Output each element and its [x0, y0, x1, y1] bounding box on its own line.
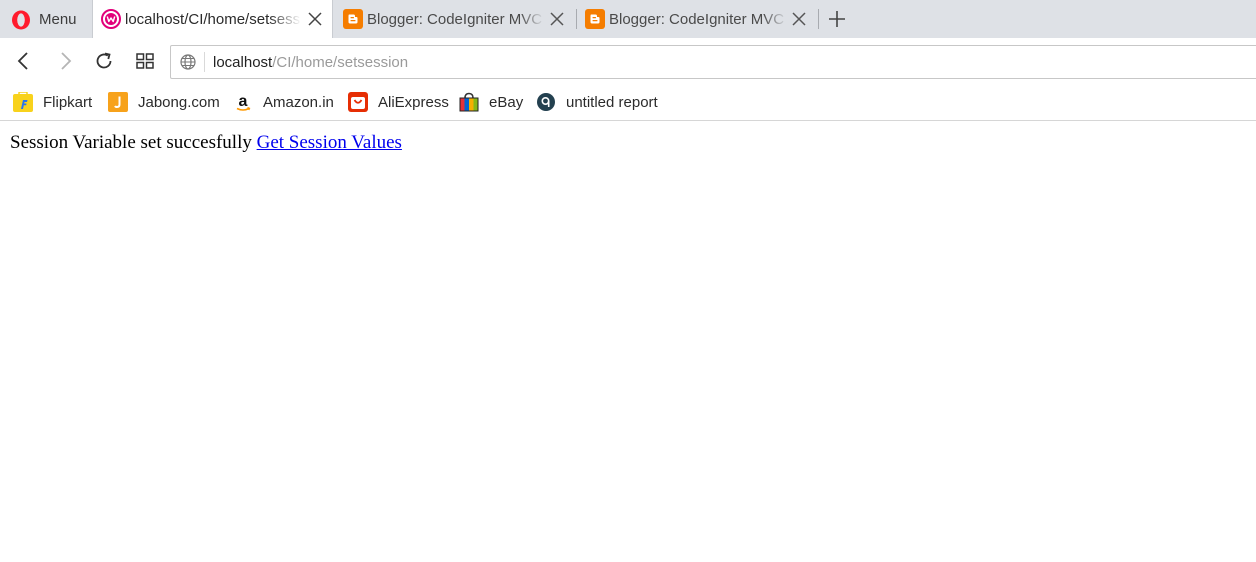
blogger-icon — [585, 9, 605, 29]
page-content: Session Variable set succesfully Get Ses… — [0, 121, 1256, 562]
flipkart-icon — [13, 92, 33, 112]
bookmark-label: Jabong.com — [138, 93, 220, 111]
reload-icon[interactable] — [94, 51, 114, 71]
jabong-icon — [108, 92, 128, 112]
bookmark-label: Flipkart — [43, 93, 93, 111]
tab-title: Blogger: CodeIgniter MVC — [367, 11, 543, 28]
bookmarks-bar: Flipkart Jabong.com a Amazon.in AliExpre… — [0, 84, 1256, 121]
address-bar[interactable]: localhost/CI/home/setsession — [170, 45, 1256, 79]
svg-text:a: a — [239, 93, 248, 110]
tab-setsession[interactable]: localhost/CI/home/setsession — [92, 0, 333, 38]
bookmark-label: Amazon.in — [263, 93, 334, 111]
bookmark-jabong[interactable]: Jabong.com — [108, 91, 220, 113]
tab-separator — [818, 9, 819, 29]
bookmark-label: eBay — [489, 93, 524, 111]
back-arrow-icon[interactable] — [14, 51, 34, 71]
tab-title: Blogger: CodeIgniter MVC — [609, 11, 785, 28]
close-tab-icon[interactable] — [791, 11, 807, 27]
globe-icon — [180, 54, 196, 70]
amazon-icon: a — [236, 93, 251, 111]
forward-arrow-icon[interactable] — [55, 51, 75, 71]
url-host: localhost — [213, 54, 273, 71]
tab-blogger-2[interactable]: Blogger: CodeIgniter MVC — [577, 0, 819, 38]
bookmark-label: untitled report — [566, 93, 658, 111]
bookmark-aliexpress[interactable]: AliExpress — [348, 91, 449, 113]
get-session-values-link[interactable]: Get Session Values — [257, 132, 402, 153]
session-status-text: Session Variable set succesfully — [10, 132, 252, 153]
opera-logo-icon — [12, 10, 30, 30]
close-tab-icon[interactable] — [307, 11, 323, 27]
session-message-line: Session Variable set succesfully Get Ses… — [10, 132, 402, 154]
aliexpress-icon — [348, 92, 368, 112]
tab-grid-icon[interactable] — [135, 51, 155, 71]
url-text[interactable]: localhost/CI/home/setsession — [213, 54, 408, 71]
wampserver-icon — [101, 9, 121, 29]
bookmark-label: AliExpress — [378, 93, 449, 111]
tab-blogger-1[interactable]: Blogger: CodeIgniter MVC — [334, 0, 576, 38]
url-path: /CI/home/setsession — [272, 54, 409, 71]
opera-menu-button[interactable]: Menu — [0, 0, 90, 38]
bookmark-amazon[interactable]: a Amazon.in — [233, 91, 334, 113]
ebay-icon — [459, 92, 479, 112]
close-tab-icon[interactable] — [549, 11, 565, 27]
bookmark-flipkart[interactable]: Flipkart — [13, 91, 92, 113]
navigation-toolbar: localhost/CI/home/setsession — [0, 38, 1256, 84]
tab-strip: Menu localhost/CI/home/setsession Blogge… — [0, 0, 1256, 38]
bookmark-ebay[interactable]: eBay — [459, 91, 523, 113]
report-icon — [537, 93, 555, 111]
new-tab-plus-icon[interactable] — [828, 10, 846, 28]
menu-label: Menu — [39, 11, 77, 28]
blogger-icon — [343, 9, 363, 29]
bookmark-untitled-report[interactable]: untitled report — [536, 91, 658, 113]
